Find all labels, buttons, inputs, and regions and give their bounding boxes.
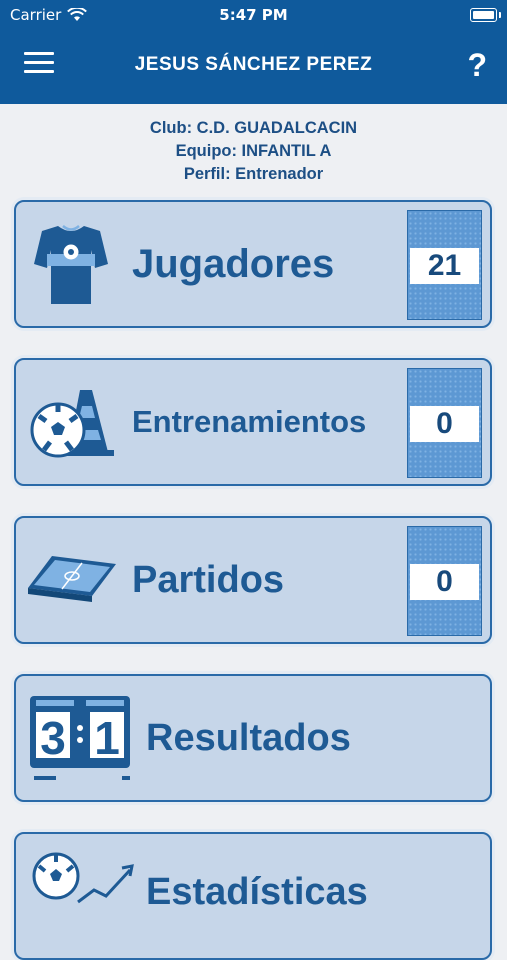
jersey-icon xyxy=(34,225,108,304)
away-score: 1 xyxy=(94,712,120,764)
clock: 5:47 PM xyxy=(219,6,288,24)
stats-icon xyxy=(32,852,134,904)
club-label: Club: C.D. GUADALCACIN xyxy=(149,119,358,137)
count-entrenamientos: 0 xyxy=(410,406,479,442)
count-badge-jugadores: 21 xyxy=(407,210,482,320)
pitch-icon xyxy=(28,556,116,602)
count-partidos: 0 xyxy=(410,564,479,600)
menu-label-entrenamientos: Entrenamientos xyxy=(132,404,367,439)
help-button[interactable]: ? xyxy=(467,47,487,84)
profile-label: Perfil: Entrenador xyxy=(183,165,324,183)
menu-label-jugadores: Jugadores xyxy=(132,242,335,286)
top-bar: Carrier 5:47 PM JESUS SÁNCHEZ PEREZ ? xyxy=(0,0,507,104)
page-title: JESUS SÁNCHEZ PEREZ xyxy=(134,54,373,75)
menu-label-partidos: Partidos xyxy=(132,559,285,601)
count-jugadores: 21 xyxy=(410,248,479,284)
menu-card-jugadores[interactable]: Jugadores 21 xyxy=(14,200,492,328)
profile-info: Club: C.D. GUADALCACIN Equipo: INFANTIL … xyxy=(0,117,507,186)
count-badge-entrenamientos: 0 xyxy=(407,368,482,478)
status-bar: Carrier 5:47 PM xyxy=(0,5,507,27)
team-label: Equipo: INFANTIL A xyxy=(175,142,332,160)
training-icon xyxy=(30,390,114,458)
menu-label-estadisticas: Estadísticas xyxy=(146,871,368,913)
menu-card-resultados[interactable]: 3 1 Resultados xyxy=(14,674,492,802)
menu-label-resultados: Resultados xyxy=(146,717,351,759)
count-badge-partidos: 0 xyxy=(407,526,482,636)
scoreboard-icon: 3 1 xyxy=(30,696,130,780)
menu-card-estadisticas[interactable]: Estadísticas xyxy=(14,832,492,960)
battery-icon xyxy=(470,8,501,22)
menu-card-entrenamientos[interactable]: Entrenamientos 0 xyxy=(14,358,492,486)
menu-card-partidos[interactable]: Partidos 0 xyxy=(14,516,492,644)
home-score: 3 xyxy=(40,712,66,764)
